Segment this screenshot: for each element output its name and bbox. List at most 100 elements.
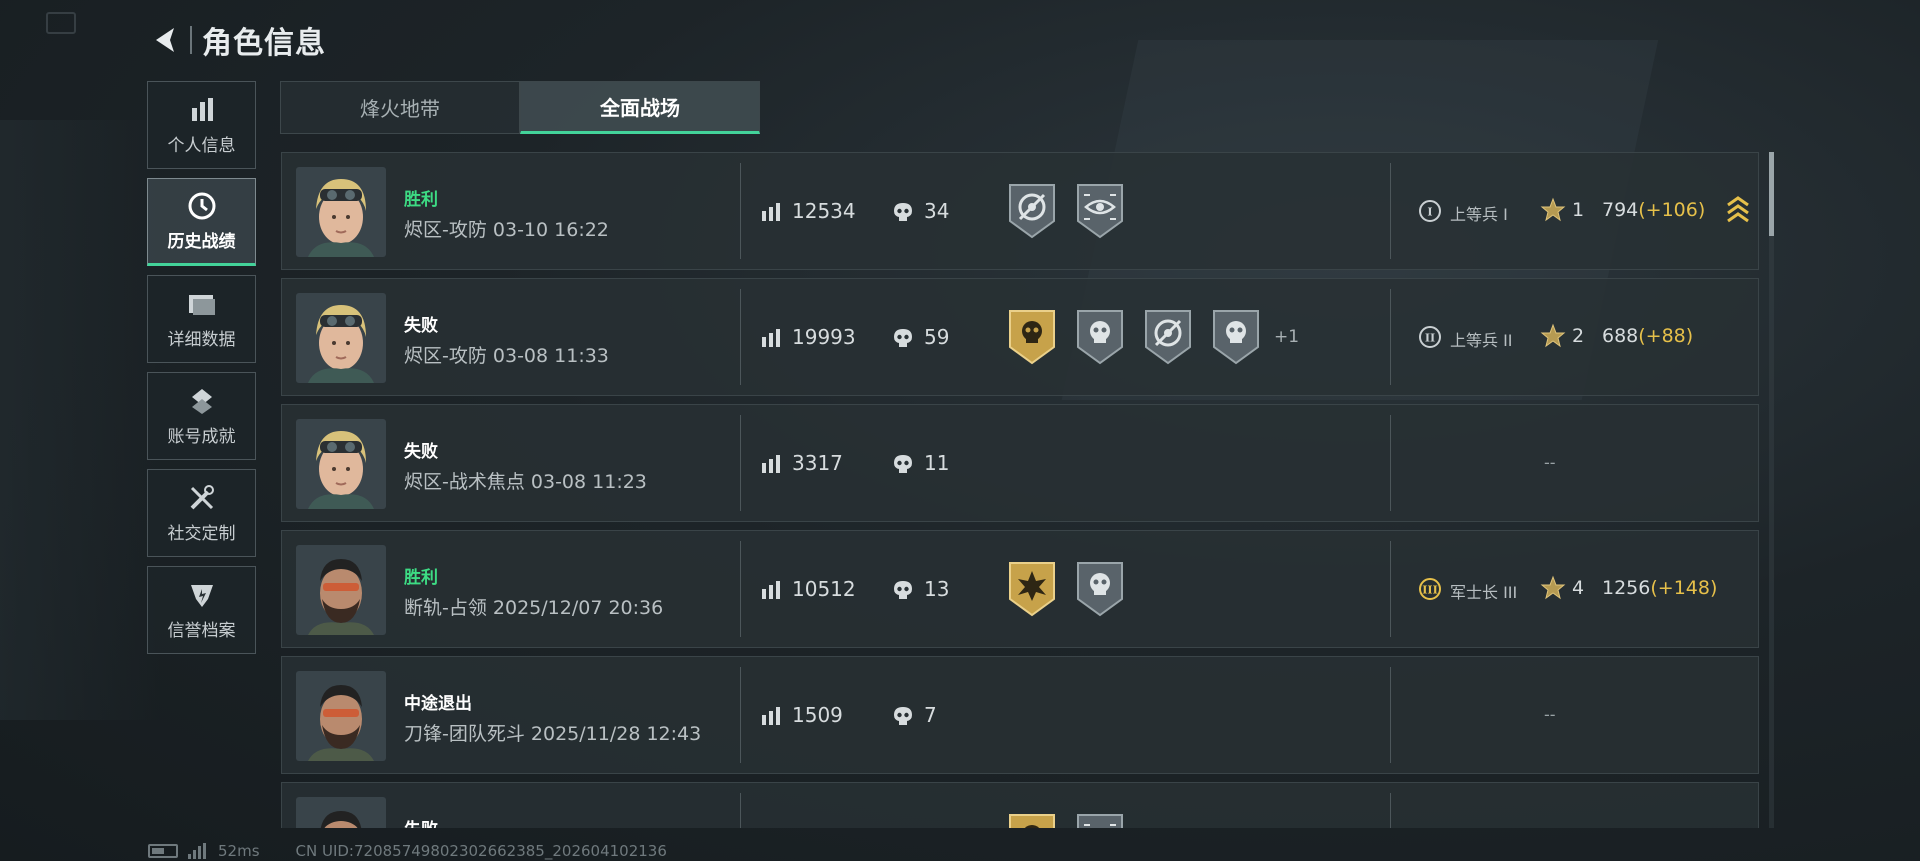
sidebar-item-achievements[interactable]: 账号成就 [147, 372, 256, 460]
svg-text:II: II [1425, 332, 1435, 345]
match-kills: 59 [924, 325, 950, 349]
gold-skull-medal-icon[interactable] [1006, 811, 1058, 828]
row-divider [740, 793, 741, 828]
points-value: 688 [1602, 325, 1639, 347]
sidebar-item-details[interactable]: 详细数据 [147, 275, 256, 363]
row-divider [1390, 541, 1391, 637]
sidebar-item-social[interactable]: 社交定制 [147, 469, 256, 557]
scrollbar-thumb[interactable] [1769, 152, 1774, 236]
ping-value: 52ms [218, 841, 260, 860]
extra-medals-count[interactable]: +1 [1274, 327, 1299, 347]
gold-burst-medal-icon[interactable] [1006, 559, 1058, 619]
match-record-row[interactable]: 中途退出 刀锋-团队死斗 2025/11/28 12:43 1509 7 -- [281, 656, 1759, 774]
row-divider [1390, 289, 1391, 385]
tab-extraction[interactable]: 烽火地带 [280, 81, 520, 134]
match-kills: 11 [924, 451, 950, 475]
match-score: 10512 [792, 577, 856, 601]
page-header: 角色信息 [148, 18, 326, 62]
medal-list [1006, 811, 1142, 828]
mode-tabs: 烽火地带 全面战场 [280, 81, 760, 134]
rank-points: 1256(+148) [1602, 577, 1717, 599]
page-title: 角色信息 [202, 26, 326, 61]
kills-skull-icon [892, 453, 914, 475]
match-score: 1509 [792, 703, 843, 727]
match-kills: 34 [924, 199, 950, 223]
kills-skull-icon [892, 579, 914, 601]
match-record-row[interactable]: 胜利 断轨-占领 2025/12/07 20:36 10512 13 III 军士长 II… [281, 530, 1759, 648]
winged-skull-medal-icon[interactable] [1074, 559, 1126, 619]
row-divider [1390, 163, 1391, 259]
background-shape [0, 120, 160, 720]
winged-skull-medal-icon[interactable] [1210, 307, 1262, 367]
sidebar-item-label: 信誉档案 [167, 620, 236, 641]
rank-emblem-icon: I [1418, 199, 1442, 223]
sidebar-item-label: 个人信息 [167, 135, 236, 156]
sidebar-item-label: 详细数据 [167, 329, 236, 350]
rank-level: 2 [1572, 325, 1585, 347]
match-result: 失败 [404, 815, 438, 828]
match-score: 12534 [792, 199, 856, 223]
operator-avatar [296, 293, 386, 383]
match-record-row[interactable]: 失败 烬区-战术焦点 03-08 11:23 3317 11 -- [281, 404, 1759, 522]
kills-skull-icon [892, 705, 914, 727]
rank-empty: -- [1544, 453, 1556, 472]
points-delta: (+148) [1650, 577, 1718, 599]
rank-name: 上等兵 II [1450, 331, 1513, 350]
skull-medal-icon[interactable] [1074, 307, 1126, 367]
row-divider [740, 415, 741, 511]
back-button[interactable] [148, 22, 184, 58]
target-medal-icon[interactable] [1006, 181, 1058, 241]
kills-skull-icon [892, 327, 914, 349]
operator-avatar [296, 419, 386, 509]
match-mode-time: 刀锋-团队死斗 2025/11/28 12:43 [404, 723, 702, 745]
row-divider [740, 289, 741, 385]
match-result: 胜利 [404, 190, 438, 210]
user-uid: CN UID:7208574980230266​2385_20260410213… [295, 841, 667, 860]
sidebar-item-label: 社交定制 [167, 523, 236, 544]
list-scrollbar[interactable] [1769, 152, 1774, 828]
target-medal-icon[interactable] [1142, 307, 1194, 367]
row-divider [1390, 415, 1391, 511]
row-divider [1390, 793, 1391, 828]
sidebar-item-profile[interactable]: 个人信息 [147, 81, 256, 169]
clock-icon [187, 191, 217, 221]
score-icon [760, 201, 782, 223]
battery-icon [148, 843, 178, 858]
eye-medal-icon[interactable] [1074, 811, 1126, 828]
bar-chart-icon [187, 95, 217, 125]
achievement-icon [187, 386, 217, 416]
menu-corner-icon[interactable] [46, 12, 76, 34]
match-mode-time: 烬区-攻防 03-10 16:22 [404, 219, 609, 241]
gold-skull-medal-icon[interactable] [1006, 307, 1058, 367]
header-divider [190, 26, 192, 54]
tab-full-battlefield[interactable]: 全面战场 [520, 81, 760, 134]
match-score: 3317 [792, 451, 843, 475]
match-history-list[interactable]: 胜利 烬区-攻防 03-10 16:22 12534 34 I 上等兵 I 1 794(+10… [281, 152, 1759, 828]
sidebar-item-history[interactable]: 历史战绩 [147, 178, 256, 266]
eye-medal-icon[interactable] [1074, 181, 1126, 241]
operator-avatar [296, 545, 386, 635]
star-icon [1540, 197, 1566, 223]
rank-emblem-icon: II [1418, 325, 1442, 349]
row-divider [1390, 667, 1391, 763]
sidebar-item-reputation[interactable]: 信誉档案 [147, 566, 256, 654]
points-delta: (+106) [1638, 199, 1706, 221]
match-record-row[interactable]: 失败 烬区-攻防 03-08 11:33 19993 59 +1 II 上等兵 II 2 688… [281, 278, 1759, 396]
match-record-row[interactable]: 胜利 烬区-攻防 03-10 16:22 12534 34 I 上等兵 I 1 794(+10… [281, 152, 1759, 270]
match-result: 失败 [404, 442, 438, 462]
match-kills: 13 [924, 577, 950, 601]
rank-points: 688(+88) [1602, 325, 1693, 347]
svg-text:I: I [1427, 206, 1432, 219]
match-result: 胜利 [404, 568, 438, 588]
rank-empty: -- [1544, 705, 1556, 724]
points-value: 1256 [1602, 577, 1651, 599]
match-record-row[interactable]: 失败 [281, 782, 1759, 828]
match-mode-time: 烬区-攻防 03-08 11:33 [404, 345, 609, 367]
rank-points: 794(+106) [1602, 199, 1705, 221]
rank-level: 4 [1572, 577, 1585, 599]
star-icon [1540, 323, 1566, 349]
score-icon [760, 327, 782, 349]
points-delta: (+88) [1638, 325, 1694, 347]
row-divider [740, 163, 741, 259]
match-mode-time: 断轨-占领 2025/12/07 20:36 [404, 597, 664, 619]
